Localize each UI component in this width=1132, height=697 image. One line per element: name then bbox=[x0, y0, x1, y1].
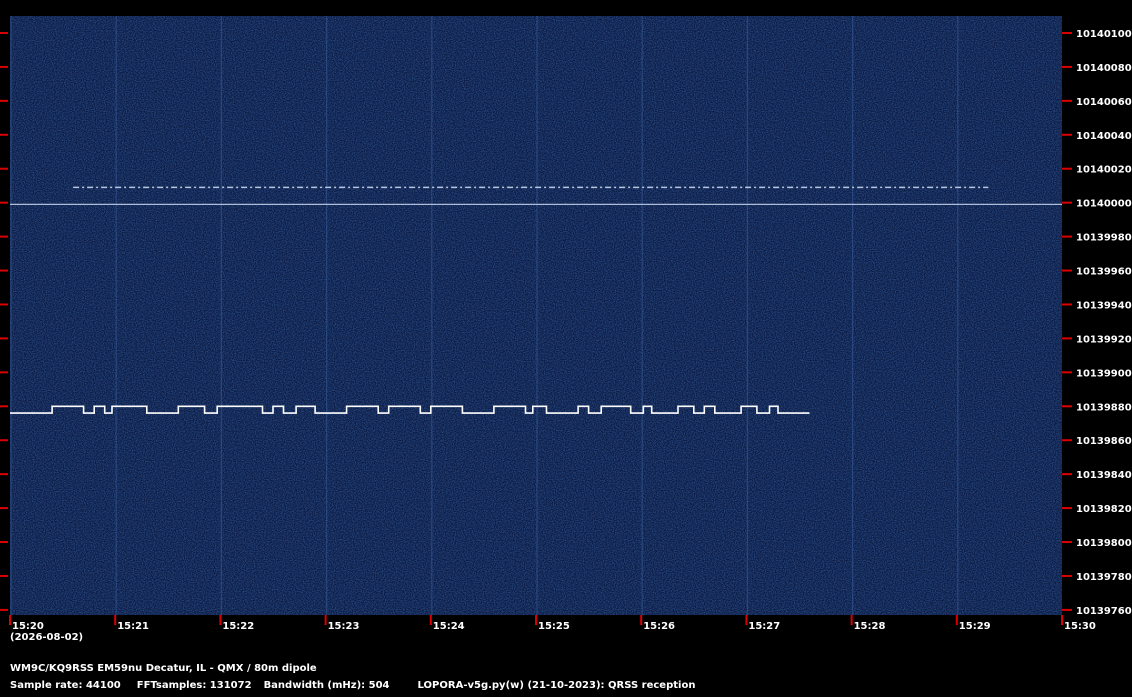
x-tick-label-5: 15:25 bbox=[538, 621, 570, 632]
x-tick-label-10: 15:30 bbox=[1064, 621, 1096, 632]
y-tick-label-8: 10139940 bbox=[1076, 300, 1132, 311]
y-tick-label-6: 10139980 bbox=[1076, 233, 1132, 244]
x-tick-label-4: 15:24 bbox=[433, 621, 465, 632]
sample-rate: Sample rate: 44100 bbox=[10, 680, 121, 691]
x-tick-label-6: 15:26 bbox=[643, 621, 675, 632]
y-tick-label-14: 10139820 bbox=[1076, 504, 1132, 515]
y-tick-label-7: 10139960 bbox=[1076, 267, 1132, 278]
x-tick-label-3: 15:23 bbox=[328, 621, 360, 632]
y-tick-label-3: 10140040 bbox=[1076, 131, 1132, 142]
waterfall-svg bbox=[10, 16, 1062, 615]
waterfall-plot bbox=[10, 16, 1062, 615]
y-tick-label-13: 10139840 bbox=[1076, 470, 1132, 481]
x-tick-label-9: 15:29 bbox=[959, 621, 991, 632]
y-tick-label-16: 10139780 bbox=[1076, 572, 1132, 583]
fft-samples: FFTsamples: 131072 bbox=[136, 680, 252, 691]
y-tick-label-5: 10140000 bbox=[1076, 199, 1132, 210]
y-tick-label-11: 10139880 bbox=[1076, 402, 1132, 413]
station-info: WM9C/KQ9RSS EM59nu Decatur, IL - QMX / 8… bbox=[10, 663, 317, 674]
bandwidth: Bandwidth (mHz): 504 bbox=[263, 680, 390, 691]
waterfall-noise bbox=[10, 16, 1062, 615]
y-tick-label-4: 10140020 bbox=[1076, 165, 1132, 176]
y-tick-label-12: 10139860 bbox=[1076, 436, 1132, 447]
y-tick-label-10: 10139900 bbox=[1076, 368, 1132, 379]
x-tick-label-0: 15:20 bbox=[12, 621, 44, 632]
y-tick-label-2: 10140060 bbox=[1076, 97, 1132, 108]
x-tick-label-8: 15:28 bbox=[854, 621, 886, 632]
y-tick-label-0: 10140100 bbox=[1076, 29, 1132, 40]
x-tick-label-1: 15:21 bbox=[117, 621, 149, 632]
software-info: LOPORA-v5g.py(w) (21-10-2023): QRSS rece… bbox=[417, 680, 696, 691]
date-label: (2026-08-02) bbox=[10, 632, 84, 643]
x-tick-label-7: 15:27 bbox=[748, 621, 780, 632]
y-tick-label-17: 10139760 bbox=[1076, 606, 1132, 617]
x-tick-label-2: 15:22 bbox=[222, 621, 254, 632]
params-line: Sample rate: 44100 FFTsamples: 131072 Band… bbox=[10, 680, 695, 691]
y-tick-label-1: 10140080 bbox=[1076, 63, 1132, 74]
y-tick-label-15: 10139800 bbox=[1076, 538, 1132, 549]
y-tick-label-9: 10139920 bbox=[1076, 334, 1132, 345]
